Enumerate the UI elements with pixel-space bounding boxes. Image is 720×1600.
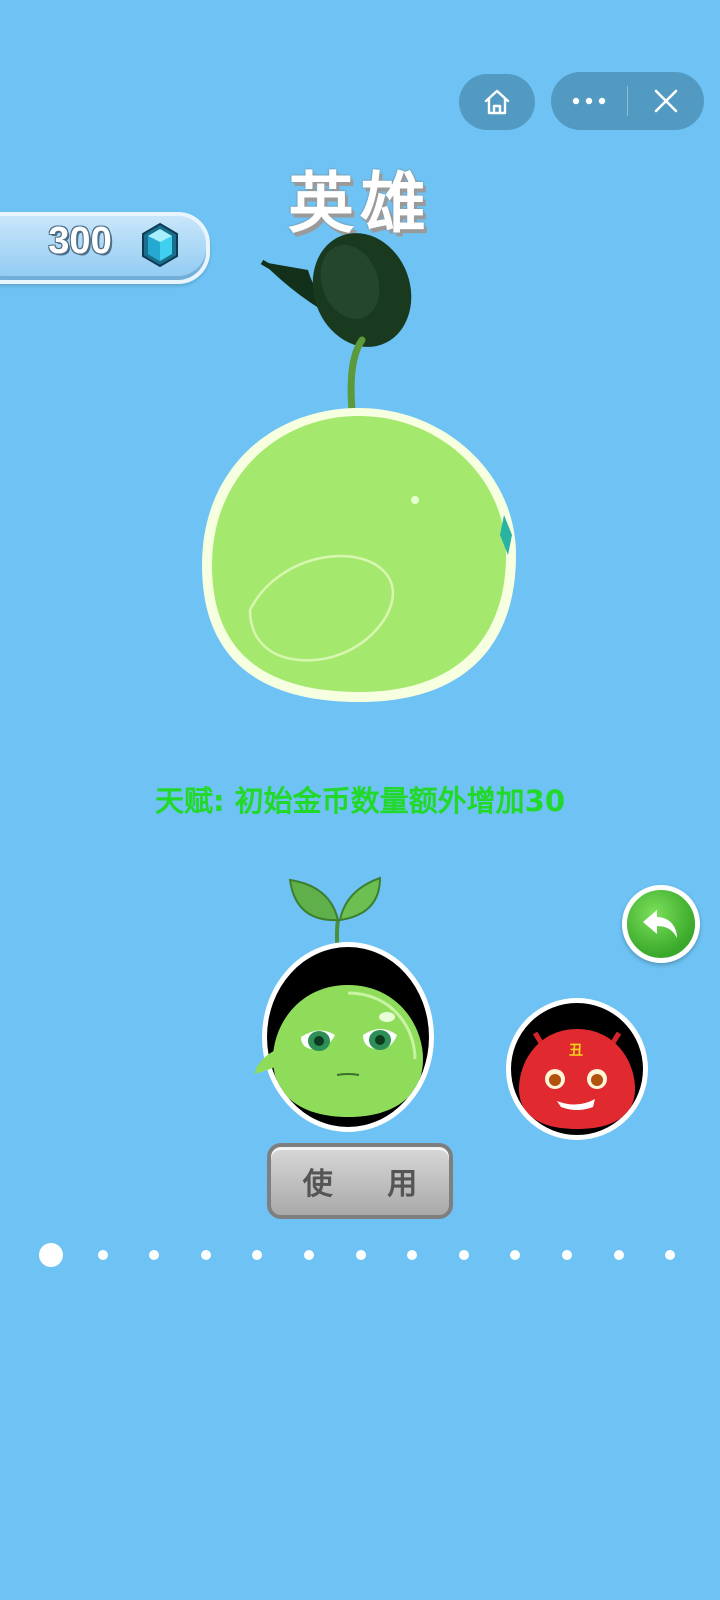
page-dot[interactable] — [458, 1250, 469, 1260]
page-dot[interactable] — [149, 1250, 160, 1260]
more-button[interactable] — [551, 72, 627, 130]
page-dot[interactable] — [613, 1250, 624, 1260]
close-button[interactable] — [628, 72, 704, 130]
back-button[interactable] — [622, 885, 700, 963]
page-dot[interactable] — [510, 1250, 521, 1260]
use-button-label: 使 用 — [302, 1167, 440, 1202]
page-dot[interactable] — [562, 1250, 572, 1260]
hero-slot-green[interactable] — [262, 942, 434, 1132]
hero-model-green-slime — [202, 233, 516, 702]
page-dot[interactable] — [97, 1250, 108, 1260]
gem-count: 300 — [48, 220, 112, 262]
pagination-dots — [0, 1240, 720, 1270]
hero-slot-red[interactable]: 丑 — [506, 998, 648, 1140]
capsule-menu — [551, 72, 704, 130]
green-slime-arm — [254, 1046, 288, 1074]
diamond-gem-icon — [142, 222, 178, 268]
page-dot-active[interactable] — [39, 1243, 63, 1267]
svg-text:丑: 丑 — [569, 1043, 583, 1059]
page-dot[interactable] — [355, 1250, 366, 1260]
red-devil-slime-avatar: 丑 — [519, 1029, 635, 1129]
close-icon — [654, 89, 678, 113]
use-button[interactable]: 使 用 — [267, 1143, 453, 1219]
page-dot[interactable] — [200, 1250, 211, 1260]
hero-talent-text: 天赋: 初始金币数量额外增加30 — [154, 784, 566, 818]
page-dot[interactable] — [665, 1250, 676, 1260]
undo-arrow-icon — [643, 910, 677, 938]
green-slime-avatar — [273, 985, 423, 1117]
home-icon — [484, 89, 510, 115]
page-dot[interactable] — [407, 1250, 418, 1260]
more-dots-icon — [572, 97, 606, 105]
page-dot[interactable] — [304, 1250, 314, 1260]
home-button[interactable] — [459, 74, 535, 130]
page-dot[interactable] — [252, 1250, 263, 1260]
